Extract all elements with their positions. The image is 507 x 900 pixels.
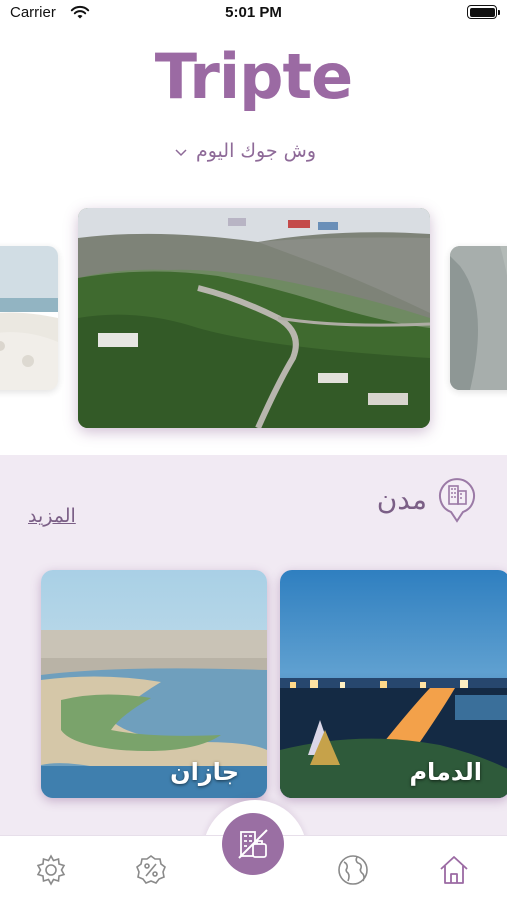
carousel-slide-center[interactable] <box>78 208 430 428</box>
mood-label: وش جوك اليوم <box>195 140 317 162</box>
home-icon <box>440 856 468 884</box>
app-title: Tripte <box>154 40 353 113</box>
tab-home[interactable] <box>436 852 472 888</box>
rocky-cliff-photo <box>450 246 507 390</box>
featured-carousel[interactable] <box>0 200 507 440</box>
tab-offers[interactable] <box>133 852 169 888</box>
chevron-down-icon <box>174 144 188 158</box>
mood-selector[interactable]: وش جوك اليوم <box>160 136 330 166</box>
coastal-beach-photo <box>0 246 58 390</box>
hotel-suitcase-icon <box>238 829 268 859</box>
cities-section: مدن المزيد جازان الدمام <box>0 455 507 835</box>
carousel-slide-right[interactable] <box>450 246 507 390</box>
battery-icon <box>467 5 500 19</box>
cities-title: مدن <box>376 482 427 516</box>
city-name: جازان <box>170 758 239 786</box>
tab-explore[interactable] <box>335 852 371 888</box>
discount-badge-icon <box>136 855 166 884</box>
globe-icon <box>338 855 368 885</box>
gear-icon <box>36 854 66 886</box>
tab-plan[interactable] <box>222 813 284 875</box>
city-pin-icon <box>437 475 477 523</box>
city-name: الدمام <box>409 758 482 786</box>
city-card-dammam[interactable]: الدمام <box>280 570 507 798</box>
mountain-valley-road-photo <box>78 208 430 428</box>
city-card-jazan[interactable]: جازان <box>41 570 267 798</box>
more-link[interactable]: المزيد <box>28 505 76 527</box>
status-bar: Carrier 5:01 PM <box>0 0 507 26</box>
cities-header: مدن <box>377 475 477 523</box>
status-time: 5:01 PM <box>225 4 282 21</box>
tab-settings[interactable] <box>33 852 69 888</box>
carousel-slide-left[interactable] <box>0 246 58 390</box>
